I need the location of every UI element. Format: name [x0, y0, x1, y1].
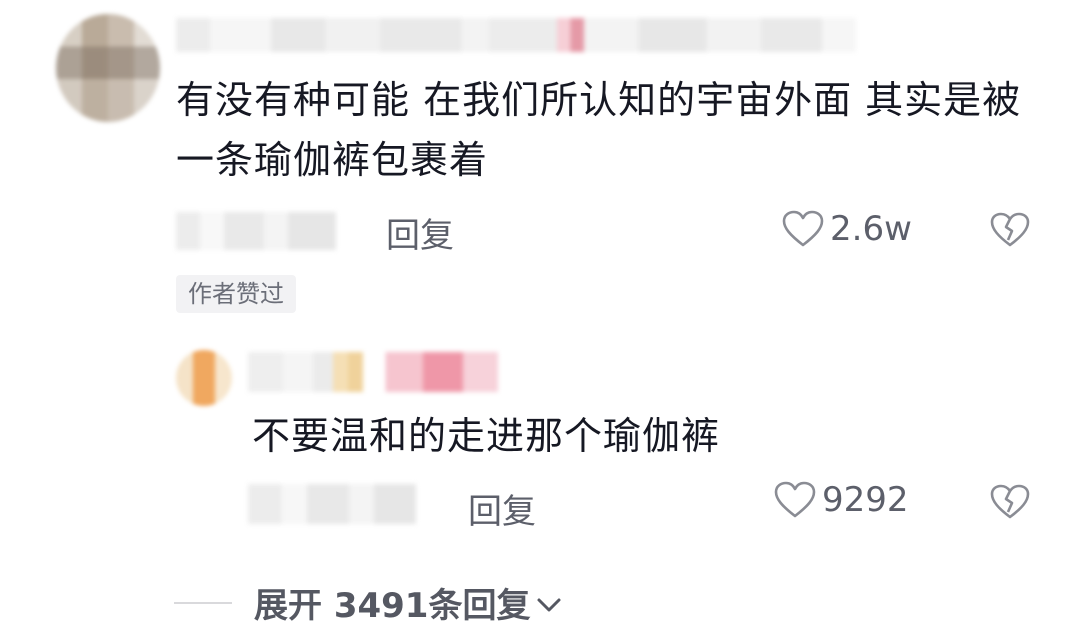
reply-like-count: 9292	[822, 480, 909, 520]
broken-heart-icon[interactable]	[990, 212, 1030, 248]
timestamp-blurred	[176, 212, 336, 250]
reply-avatar[interactable]	[176, 350, 232, 406]
heart-outline-icon	[782, 210, 824, 247]
reply-like-button[interactable]: 9292	[774, 480, 909, 520]
comment-text: 有没有种可能 在我们所认知的宇宙外面 其实是被一条瑜伽裤包裹着	[176, 78, 1022, 182]
author-liked-badge: 作者赞过	[176, 275, 296, 313]
divider	[174, 601, 232, 604]
broken-heart-icon[interactable]	[990, 484, 1030, 520]
expand-replies-label: 展开 3491条回复	[254, 586, 531, 626]
reply-timestamp-blurred	[248, 484, 416, 524]
like-count: 2.6w	[830, 209, 912, 249]
reply-username-blurred[interactable]	[248, 352, 498, 392]
avatar[interactable]	[56, 14, 160, 122]
heart-outline-icon	[774, 481, 816, 518]
reply-text: 不要温和的走进那个瑜伽裤	[252, 414, 721, 458]
like-button[interactable]: 2.6w	[782, 209, 912, 249]
username-blurred[interactable]	[176, 18, 856, 52]
comment-thread: 有没有种可能 在我们所认知的宇宙外面 其实是被一条瑜伽裤包裹着 回复 2.6w …	[0, 0, 1080, 638]
expand-replies-button[interactable]: 展开 3491条回复	[174, 578, 562, 627]
chevron-down-icon	[537, 598, 561, 611]
reply-reply-button[interactable]: 回复	[468, 484, 536, 533]
reply-button[interactable]: 回复	[386, 208, 454, 257]
